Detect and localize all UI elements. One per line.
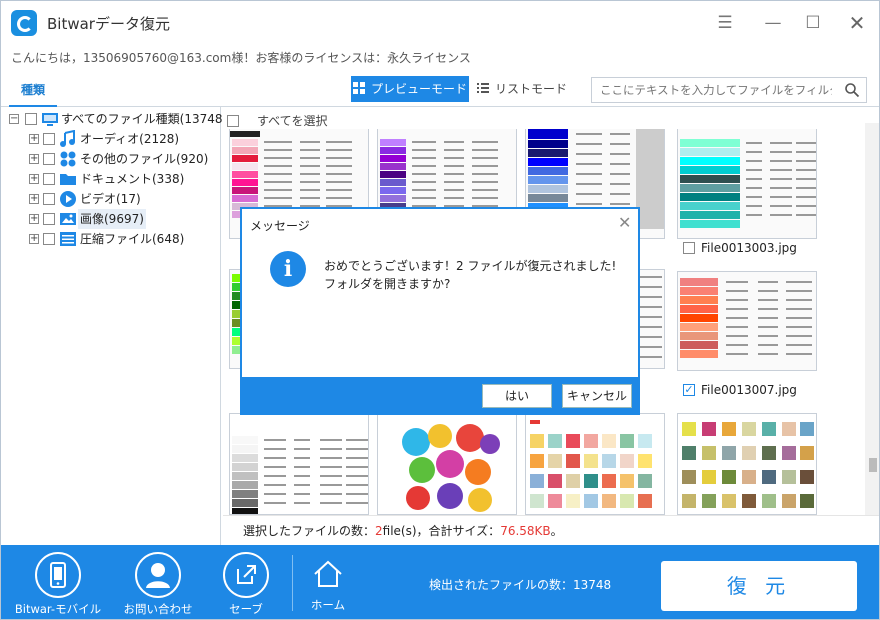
file-thumbnail[interactable]: [377, 413, 517, 515]
selected-count: 2: [375, 524, 383, 538]
mobile-label: Bitwar-モバイル用: [14, 602, 102, 619]
tree-item-label: ドキュメント(338): [80, 172, 185, 186]
apps-icon: [59, 150, 77, 168]
tree-item-label: オーディオ(2128): [80, 132, 180, 146]
list-icon: [477, 77, 489, 93]
close-button[interactable]: ✕: [845, 11, 869, 35]
footer-bar: Bitwar-モバイル用 お問い合わせ セーブ ホーム 検出されたファイルの数：…: [1, 545, 879, 619]
select-all-label: すべてを選択: [257, 114, 328, 128]
dialog-message: おめでとうございます！2 ファイルが復元されました!フォルダを開きますか?: [324, 259, 617, 291]
license-greeting: こんにちは，13506905760@163.com様！お客様のライセンスは：永久…: [11, 51, 471, 65]
file-checkbox-checked[interactable]: ✓: [683, 384, 695, 396]
expand-toggle[interactable]: +: [29, 154, 39, 164]
contact-label: お問い合わせ: [123, 602, 193, 616]
scrollbar-thumb[interactable]: [869, 458, 877, 472]
checkbox[interactable]: [43, 233, 55, 245]
video-icon: [59, 190, 77, 208]
recover-button[interactable]: 復 元: [661, 561, 857, 611]
message-dialog: メッセージ ✕ i おめでとうございます！2 ファイルが復元されました!フォルダ…: [240, 207, 640, 415]
file-name: File0013007.jpg: [701, 383, 797, 397]
expand-toggle[interactable]: +: [29, 174, 39, 184]
filter-box: [591, 77, 867, 103]
export-icon: [223, 552, 269, 598]
archive-icon: [59, 230, 77, 248]
contact-button[interactable]: お問い合わせ: [113, 545, 203, 619]
search-icon[interactable]: [844, 82, 860, 98]
status-mid: file(s)，合計サイズ：: [382, 524, 501, 538]
checkbox[interactable]: [43, 213, 55, 225]
app-title: Bitwarデータ復元: [47, 15, 170, 33]
home-icon: [311, 559, 345, 589]
folder-icon: [59, 170, 77, 188]
status-suffix: 。: [550, 524, 563, 538]
checkbox[interactable]: [43, 133, 55, 145]
tree-item-label: その他のファイル(920): [80, 152, 209, 166]
image-icon: [59, 210, 77, 228]
computer-icon: [41, 110, 59, 128]
mobile-icon: [35, 552, 81, 598]
grid-icon: [352, 77, 365, 94]
menu-icon[interactable]: ☰: [713, 11, 737, 35]
home-button[interactable]: ホーム: [283, 545, 373, 619]
expand-toggle[interactable]: +: [29, 214, 39, 224]
collapse-toggle[interactable]: −: [9, 114, 19, 124]
home-label: ホーム: [310, 598, 346, 612]
expand-toggle[interactable]: +: [29, 134, 39, 144]
select-all-checkbox[interactable]: [227, 115, 239, 127]
file-checkbox[interactable]: [683, 242, 695, 254]
selection-status: 選択したファイルの数：2file(s)，合計サイズ：76.58KB。: [223, 515, 879, 545]
minimize-button[interactable]: —: [761, 11, 785, 35]
app-logo-icon: [11, 10, 37, 36]
tree-item-documents[interactable]: + ドキュメント(338): [1, 169, 221, 189]
tree-item-audio[interactable]: + オーディオ(2128): [1, 129, 221, 149]
tree-item-video[interactable]: + ビデオ(17): [1, 189, 221, 209]
detected-files-count: 検出されたファイルの数：13748: [429, 578, 612, 592]
info-icon: i: [270, 251, 306, 287]
file-thumbnail[interactable]: [229, 413, 369, 515]
yes-button[interactable]: はい: [482, 384, 552, 408]
tree-item-label: 圧縮ファイル(648): [80, 232, 185, 246]
list-mode-label: リストモード: [495, 82, 568, 96]
nav-row: 種類 プレビューモード リストモード: [1, 73, 879, 107]
checkbox[interactable]: [43, 153, 55, 165]
file-name: File0013003.jpg: [701, 241, 797, 255]
file-thumbnail[interactable]: [525, 413, 665, 515]
tree-item-other[interactable]: + その他のファイル(920): [1, 149, 221, 169]
user-support-icon: [135, 552, 181, 598]
mobile-button[interactable]: Bitwar-モバイル用: [13, 545, 103, 619]
checkbox[interactable]: [43, 193, 55, 205]
file-type-tree: − すべてのファイル種類(13748) + オーディオ(2128) + その他の…: [1, 107, 227, 545]
tree-item-images[interactable]: + 画像(9697): [1, 209, 221, 229]
music-icon: [59, 129, 77, 148]
list-mode-button[interactable]: リストモード: [477, 76, 567, 102]
checkbox[interactable]: [25, 113, 37, 125]
file-thumbnail[interactable]: [677, 413, 817, 515]
preview-mode-label: プレビューモード: [370, 82, 467, 96]
tree-root[interactable]: − すべてのファイル種類(13748): [1, 109, 227, 129]
preview-mode-button[interactable]: プレビューモード: [351, 76, 469, 102]
dialog-close-icon[interactable]: ✕: [618, 213, 631, 232]
file-thumbnail[interactable]: [677, 271, 817, 371]
maximize-button[interactable]: ☐: [801, 11, 825, 35]
expand-toggle[interactable]: +: [29, 234, 39, 244]
save-button[interactable]: セーブ: [201, 545, 291, 619]
title-bar: Bitwarデータ復元 ☰ — ☐ ✕: [1, 1, 879, 45]
tree-item-archives[interactable]: + 圧縮ファイル(648): [1, 229, 221, 249]
tab-types[interactable]: 種類: [9, 81, 57, 107]
filter-input[interactable]: [592, 78, 832, 102]
dialog-footer: はい キャンセル: [242, 377, 638, 413]
dialog-title: メッセージ: [250, 219, 310, 233]
selected-size: 76.58KB: [500, 524, 551, 538]
status-prefix: 選択したファイルの数：: [243, 524, 376, 538]
vertical-scrollbar[interactable]: [865, 123, 879, 515]
tree-item-label: 画像(9697): [78, 209, 146, 229]
tree-root-label: すべてのファイル種類(13748): [61, 112, 228, 126]
cancel-button[interactable]: キャンセル: [562, 384, 632, 408]
tree-item-label: ビデオ(17): [80, 192, 141, 206]
save-label: セーブ: [229, 602, 263, 616]
app-window: Bitwarデータ復元 ☰ — ☐ ✕ こんにちは，13506905760@16…: [0, 0, 880, 620]
expand-toggle[interactable]: +: [29, 194, 39, 204]
file-thumbnail[interactable]: [677, 129, 817, 239]
checkbox[interactable]: [43, 173, 55, 185]
